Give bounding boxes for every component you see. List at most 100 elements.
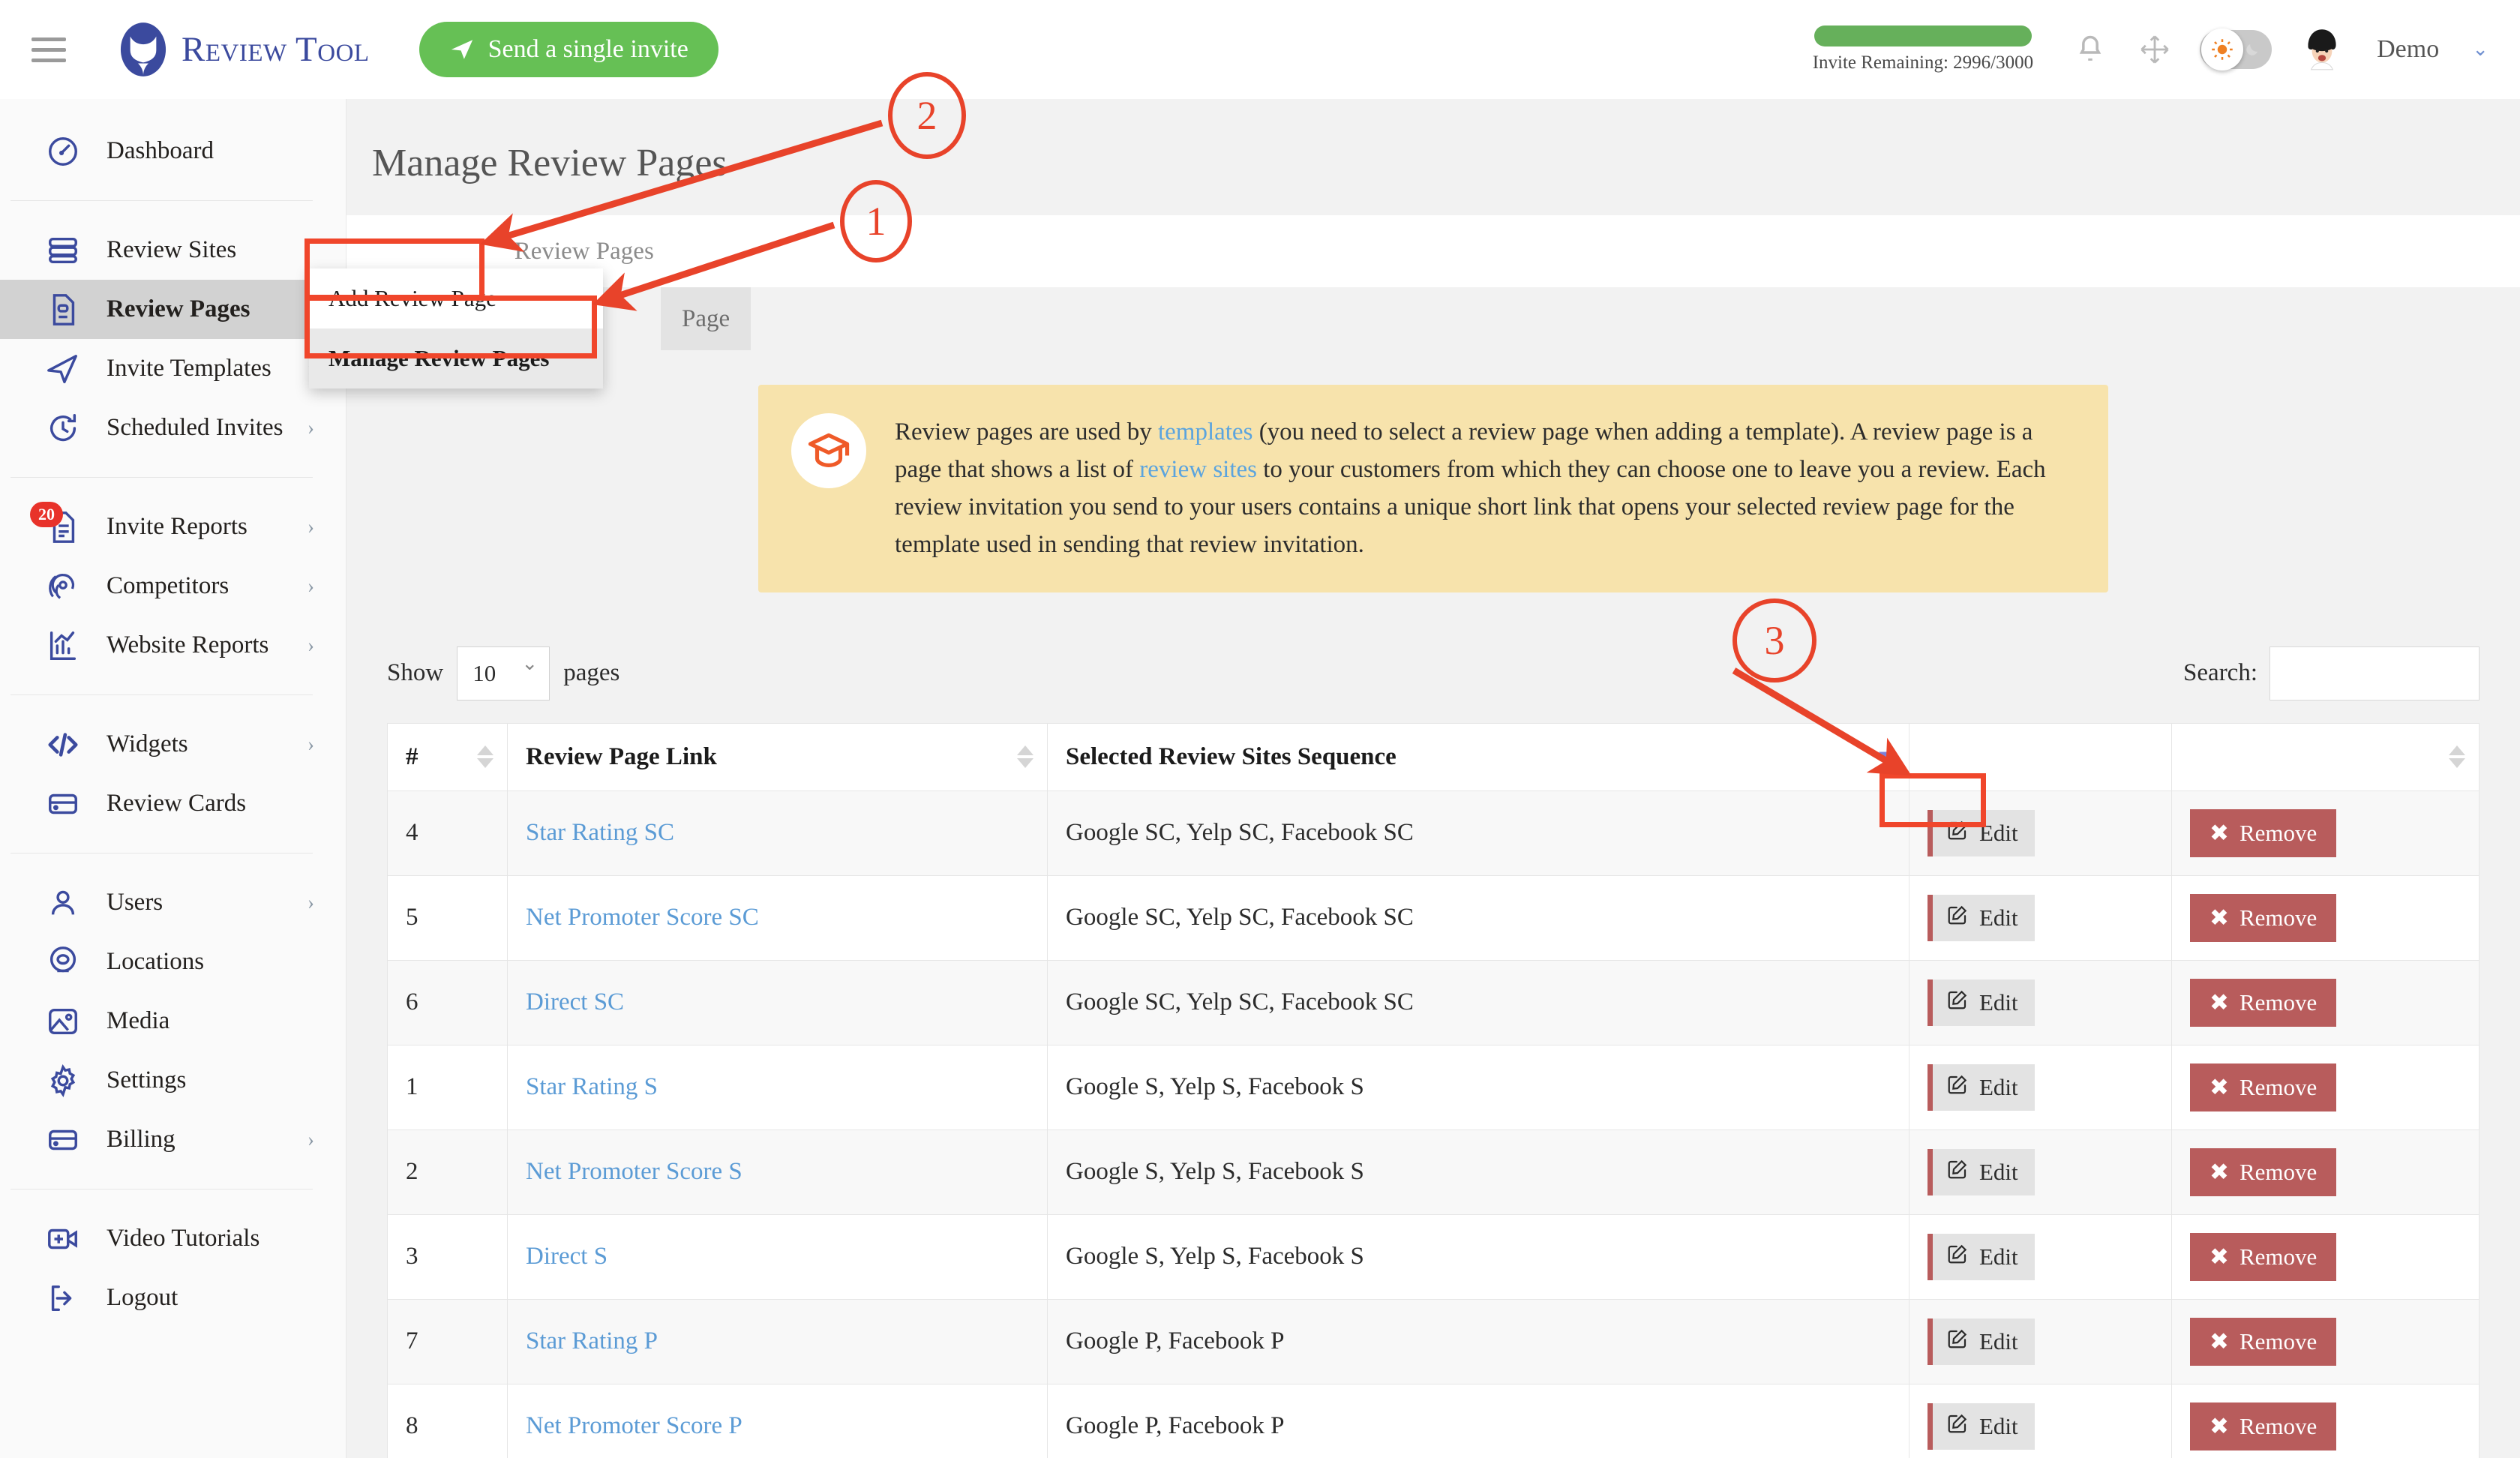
- graduation-cap-icon: [791, 413, 866, 488]
- sidebar-item-logout[interactable]: Logout: [0, 1268, 346, 1328]
- column-header-remove[interactable]: [2171, 722, 2480, 791]
- sidebar-item-review-cards[interactable]: Review Cards: [0, 774, 346, 833]
- hamburger-icon[interactable]: [32, 37, 66, 62]
- sidebar-item-scheduled-invites[interactable]: Scheduled Invites ›: [0, 398, 346, 458]
- cell-edit: Edit: [1909, 959, 2172, 1046]
- sidebar-label: Media: [106, 1007, 170, 1034]
- sidebar-item-settings[interactable]: Settings: [0, 1051, 346, 1110]
- sidebar-item-competitors[interactable]: Competitors ›: [0, 556, 346, 616]
- menu-item-manage-review-pages[interactable]: Manage Review Pages: [309, 328, 603, 388]
- remove-button[interactable]: ✖ Remove: [2190, 978, 2337, 1027]
- show-entries-select[interactable]: 10: [457, 646, 550, 700]
- tab-page[interactable]: Page: [661, 287, 752, 350]
- chevron-right-icon: ›: [308, 416, 314, 439]
- sort-indicator[interactable]: [1017, 746, 1034, 769]
- cell-edit: Edit: [1909, 1298, 2172, 1384]
- sidebar-item-locations[interactable]: Locations: [0, 932, 346, 992]
- brand-logo[interactable]: Review Tool: [116, 22, 370, 77]
- avatar[interactable]: [2297, 25, 2348, 74]
- review-page-link[interactable]: Direct SC: [526, 988, 624, 1016]
- chevron-right-icon: ›: [308, 574, 314, 597]
- table-row: 1 Star Rating S Google S, Yelp S, Facebook…: [387, 1044, 2480, 1130]
- edit-button[interactable]: Edit: [1928, 1064, 2035, 1111]
- sidebar-item-users[interactable]: Users ›: [0, 873, 346, 932]
- sort-indicator[interactable]: [2449, 746, 2465, 769]
- edit-button[interactable]: Edit: [1928, 1318, 2035, 1365]
- page-title: Manage Review Pages: [372, 142, 728, 184]
- review-page-link[interactable]: Star Rating P: [526, 1328, 658, 1354]
- cell-review-sites: Google SC, Yelp SC, Facebook SC: [1047, 959, 1910, 1046]
- remove-button[interactable]: ✖ Remove: [2190, 1063, 2337, 1112]
- person-icon: [44, 884, 82, 922]
- edit-button[interactable]: Edit: [1928, 979, 2035, 1026]
- table-row: 4 Star Rating SC Google SC, Yelp SC, Faceb…: [387, 790, 2480, 876]
- cell-number: 2: [387, 1129, 508, 1215]
- sidebar-item-billing[interactable]: Billing ›: [0, 1110, 346, 1169]
- cell-remove: ✖ Remove: [2171, 1214, 2480, 1300]
- sidebar-item-review-pages[interactable]: Review Pages: [0, 280, 346, 339]
- sidebar-label: Dashboard: [106, 137, 214, 164]
- sort-indicator[interactable]: [477, 746, 494, 769]
- sidebar-item-review-sites[interactable]: Review Sites: [0, 220, 346, 280]
- remove-button[interactable]: ✖ Remove: [2190, 1402, 2337, 1450]
- review-page-link[interactable]: Star Rating SC: [526, 819, 674, 846]
- remove-button[interactable]: ✖ Remove: [2190, 893, 2337, 942]
- edit-button-label: Edit: [1979, 819, 2018, 846]
- review-page-link[interactable]: Net Promoter Score P: [526, 1412, 742, 1439]
- column-header-number[interactable]: #: [387, 722, 508, 791]
- theme-toggle[interactable]: [2200, 28, 2272, 70]
- column-label: Review Page Link: [526, 742, 717, 770]
- edit-button-label: Edit: [1979, 1243, 2018, 1270]
- sidebar-label: Users: [106, 889, 164, 916]
- chevron-right-icon: ›: [308, 634, 314, 656]
- column-header-review-page-link[interactable]: Review Page Link: [507, 722, 1048, 791]
- edit-button[interactable]: Edit: [1928, 1402, 2035, 1450]
- review-page-link[interactable]: Star Rating S: [526, 1073, 658, 1100]
- column-header-selected-review-sites-sequence[interactable]: Selected Review Sites Sequence: [1047, 722, 1910, 791]
- edit-button[interactable]: Edit: [1928, 1233, 2035, 1280]
- show-entries-group: Show 10 pages: [387, 646, 620, 700]
- fingerprint-target-icon: [44, 567, 82, 606]
- pencil-square-icon: [1946, 1243, 1969, 1271]
- edit-button[interactable]: Edit: [1928, 894, 2035, 941]
- clock-refresh-icon: [44, 409, 82, 448]
- sidebar-item-widgets[interactable]: Widgets ›: [0, 715, 346, 774]
- edit-button[interactable]: Edit: [1928, 809, 2035, 856]
- review-sites-link[interactable]: review sites: [1139, 456, 1257, 483]
- remove-button[interactable]: ✖ Remove: [2190, 1148, 2337, 1196]
- cell-edit: Edit: [1909, 1214, 2172, 1300]
- review-page-link[interactable]: Direct S: [526, 1243, 608, 1270]
- sidebar-item-media[interactable]: Media: [0, 992, 346, 1051]
- review-page-link[interactable]: Net Promoter Score SC: [526, 904, 759, 931]
- templates-link[interactable]: templates: [1158, 418, 1252, 446]
- sidebar-item-invite-templates[interactable]: Invite Templates ›: [0, 339, 346, 398]
- sort-indicator[interactable]: [1879, 752, 1895, 762]
- edit-button[interactable]: Edit: [1928, 1148, 2035, 1196]
- table-row: 7 Star Rating P Google P, Facebook P Edit ✖ R…: [387, 1298, 2480, 1384]
- arrows-move-icon[interactable]: [2135, 28, 2174, 70]
- menu-item-add-review-page[interactable]: Add Review Page: [309, 268, 603, 328]
- sidebar-item-invite-reports[interactable]: 20 Invite Reports ›: [0, 497, 346, 556]
- sidebar-item-dashboard[interactable]: Dashboard: [0, 122, 346, 181]
- send-single-invite-button[interactable]: Send a single invite: [418, 22, 718, 77]
- cell-number: 1: [387, 1044, 508, 1130]
- sidebar-divider: [10, 853, 313, 854]
- sidebar-item-website-reports[interactable]: Website Reports ›: [0, 616, 346, 675]
- sidebar-item-video-tutorials[interactable]: Video Tutorials: [0, 1209, 346, 1268]
- pencil-square-icon: [1946, 819, 1969, 848]
- cell-remove: ✖ Remove: [2171, 1129, 2480, 1215]
- remove-button[interactable]: ✖ Remove: [2190, 1232, 2337, 1281]
- search-input[interactable]: [2270, 646, 2480, 700]
- bell-icon[interactable]: [2071, 28, 2110, 70]
- remove-button[interactable]: ✖ Remove: [2190, 808, 2337, 857]
- sidebar-label: Review Cards: [106, 790, 247, 817]
- remove-button-label: Remove: [2239, 988, 2318, 1016]
- close-icon: ✖: [2210, 904, 2229, 931]
- review-page-link[interactable]: Net Promoter Score S: [526, 1158, 742, 1185]
- column-header-edit[interactable]: [1909, 722, 2172, 791]
- close-icon: ✖: [2210, 1412, 2229, 1439]
- remove-button[interactable]: ✖ Remove: [2190, 1317, 2337, 1366]
- sidebar-label: Video Tutorials: [106, 1225, 260, 1252]
- sidebar-label: Widgets: [106, 730, 188, 758]
- chevron-down-icon[interactable]: ⌄: [2472, 38, 2488, 61]
